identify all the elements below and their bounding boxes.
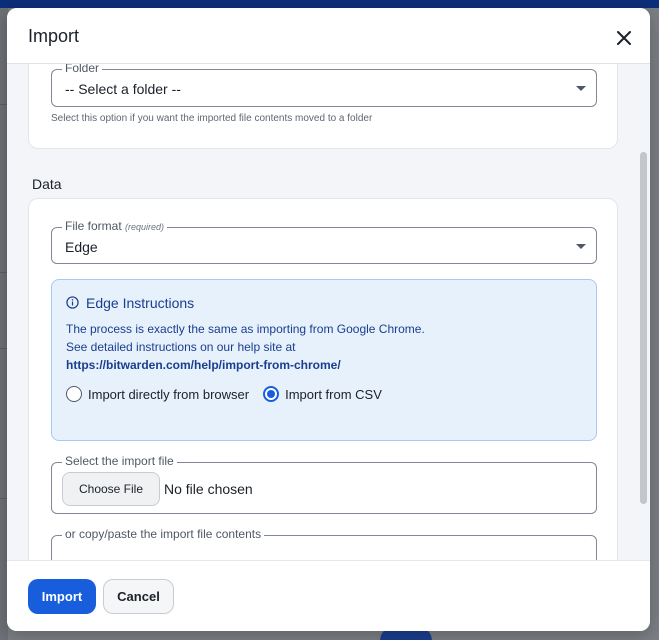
- callout-link-line: https://bitwarden.com/help/import-from-c…: [66, 358, 341, 372]
- callout-line-1: The process is exactly the same as impor…: [66, 322, 425, 336]
- import-button[interactable]: Import: [28, 579, 96, 614]
- file-status: No file chosen: [164, 481, 253, 497]
- choose-file-button[interactable]: Choose File: [62, 472, 160, 506]
- chevron-down-icon: [576, 86, 586, 91]
- scrollbar-thumb[interactable]: [640, 152, 647, 504]
- folder-select[interactable]: Folder -- Select a folder --: [51, 64, 597, 107]
- paste-contents-textarea[interactable]: or copy/paste the import file contents: [51, 527, 597, 560]
- required-marker: (required): [125, 222, 165, 232]
- dialog-footer: Import Cancel: [7, 560, 650, 631]
- dialog-body[interactable]: Folder -- Select a folder -- Select this…: [7, 64, 650, 560]
- file-format-select[interactable]: File format (required) Edge: [51, 219, 597, 264]
- app-top-bar: [0, 0, 659, 8]
- paste-contents-label: or copy/paste the import file contents: [62, 527, 265, 541]
- radio-checked[interactable]: [263, 386, 280, 402]
- radio-label: Import from CSV: [285, 386, 382, 402]
- import-dialog: Import Folder -- Select a folder -- Sele…: [7, 8, 650, 631]
- scrollbar[interactable]: [638, 152, 648, 512]
- callout-title: Edge Instructions: [86, 295, 195, 311]
- radio-label: Import directly from browser: [88, 386, 250, 402]
- folder-value: -- Select a folder --: [65, 81, 181, 97]
- chevron-down-icon: [576, 244, 586, 249]
- import-file-field: Select the import file Choose File No fi…: [51, 454, 597, 514]
- radio-unchecked[interactable]: [66, 386, 82, 402]
- import-file-label: Select the import file: [62, 454, 177, 468]
- dialog-header: Import: [7, 8, 650, 64]
- info-circle-icon: [66, 296, 79, 309]
- import-method-radio-group: Import directly from browser Import from…: [66, 386, 396, 402]
- folder-card: Folder -- Select a folder -- Select this…: [28, 64, 618, 149]
- folder-label: Folder: [62, 64, 103, 75]
- close-icon: [617, 31, 631, 45]
- callout-line-2: See detailed instructions on our help si…: [66, 340, 296, 354]
- data-card: File format (required) Edge Edge Instruc…: [28, 198, 618, 560]
- folder-help-text: Select this option if you want the impor…: [51, 113, 373, 124]
- dialog-title: Import: [28, 26, 80, 46]
- edge-instructions-callout: Edge Instructions The process is exactly…: [51, 279, 597, 441]
- file-format-label: File format (required): [62, 219, 168, 233]
- cancel-button[interactable]: Cancel: [103, 579, 174, 614]
- close-button[interactable]: [611, 25, 637, 51]
- radio-import-from-browser[interactable]: Import directly from browser: [66, 386, 249, 402]
- file-format-label-text: File format: [65, 219, 122, 233]
- help-link[interactable]: https://bitwarden.com/help/import-from-c…: [66, 358, 341, 372]
- data-section-heading: Data: [32, 176, 62, 192]
- file-format-value: Edge: [65, 239, 98, 255]
- radio-import-from-csv[interactable]: Import from CSV: [263, 386, 382, 402]
